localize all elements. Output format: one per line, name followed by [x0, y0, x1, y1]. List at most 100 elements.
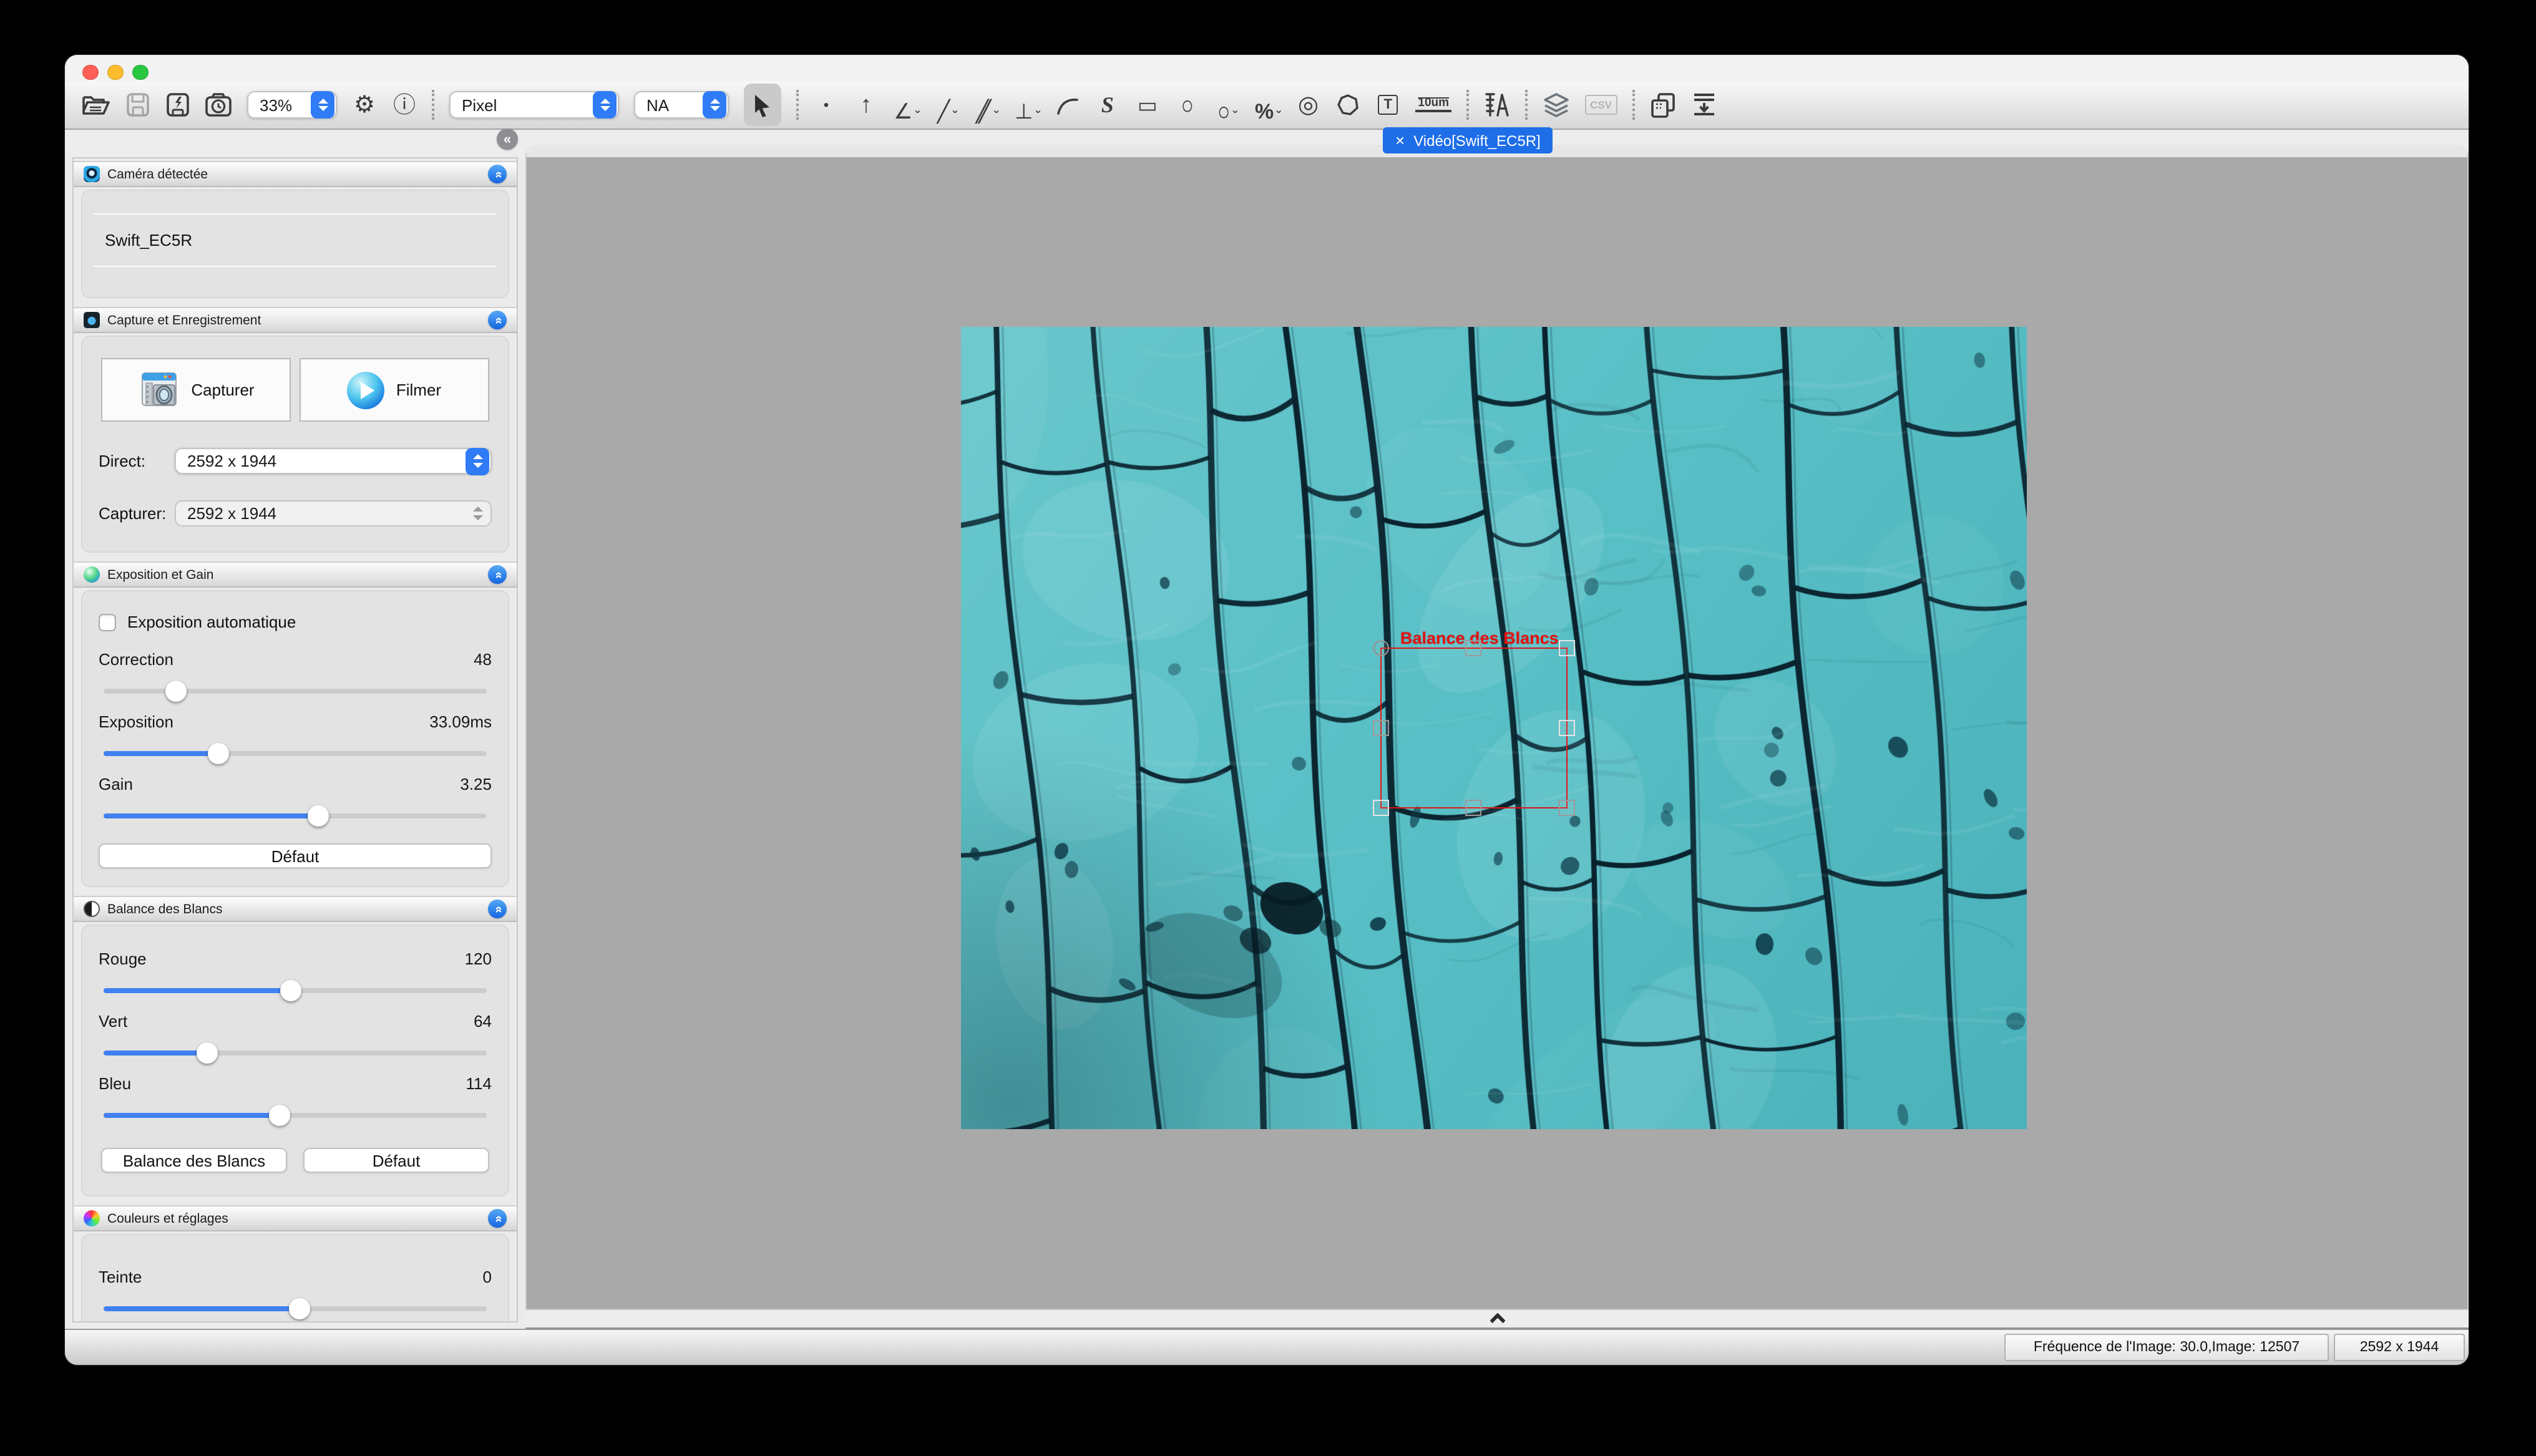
blue-slider[interactable] — [104, 1113, 487, 1118]
red-slider[interactable] — [104, 988, 487, 993]
auto-exposure-checkbox[interactable] — [99, 613, 116, 631]
exposure-default-button[interactable]: Défaut — [99, 843, 492, 868]
line-tool[interactable]: ╱ˇ — [935, 87, 960, 122]
collapse-section-button[interactable]: « — [488, 565, 507, 584]
settings-button[interactable]: ⚙ — [352, 87, 377, 122]
csv-export-tool[interactable]: CSV — [1585, 87, 1617, 122]
record-button[interactable]: Filmer — [300, 358, 489, 422]
rectangle-tool[interactable]: ▭ — [1135, 87, 1160, 122]
section-header-white-balance[interactable]: Balance des Blancs « — [74, 896, 517, 922]
capture-button[interactable]: Capturer — [101, 358, 291, 422]
polygon-tool[interactable] — [1335, 87, 1360, 122]
collapse-section-button[interactable]: « — [488, 900, 507, 918]
resize-handle[interactable] — [1465, 800, 1481, 816]
stepper-icon — [466, 500, 489, 527]
parallel-lines-tool[interactable]: ╱╱ˇ — [975, 87, 1000, 122]
resize-handle[interactable] — [1559, 640, 1575, 656]
correction-slider-thumb[interactable] — [166, 681, 187, 702]
layers-tool[interactable] — [1543, 87, 1570, 122]
hue-slider-row: Teinte0 — [99, 1268, 492, 1311]
resize-handle[interactable] — [1559, 800, 1575, 816]
timed-capture-button[interactable] — [205, 87, 232, 122]
info-button[interactable]: ⓘ — [392, 87, 417, 122]
angle-icon: ∠ — [894, 101, 913, 122]
collapse-section-button[interactable]: « — [488, 311, 507, 329]
correction-slider[interactable] — [104, 689, 487, 694]
gain-slider-thumb[interactable] — [308, 805, 329, 827]
wb-selection-rect[interactable] — [1380, 648, 1568, 808]
camera-device-item[interactable]: Swift_EC5R — [94, 213, 497, 267]
close-window-button[interactable] — [82, 64, 98, 80]
section-header-colors[interactable]: Couleurs et réglages « — [74, 1205, 517, 1231]
resize-handle[interactable] — [1373, 719, 1389, 735]
resize-handle[interactable] — [1373, 640, 1389, 656]
resize-handle[interactable] — [1373, 800, 1389, 816]
collapse-section-button[interactable]: « — [488, 1209, 507, 1228]
green-slider[interactable] — [104, 1051, 487, 1056]
pointer-tool[interactable] — [744, 84, 781, 126]
zoom-window-button[interactable] — [132, 64, 148, 80]
white-balance-button[interactable]: Balance des Blancs — [101, 1148, 287, 1173]
concentric-circles-tool[interactable]: ◎ — [1295, 87, 1320, 122]
exposure-slider-thumb[interactable] — [208, 743, 229, 764]
resolution-cell: 2592 x 1944 — [2334, 1334, 2465, 1361]
tab-video[interactable]: × Vidéo[Swift_EC5R] — [1383, 127, 1553, 153]
curve-tool[interactable]: S — [1095, 87, 1120, 122]
micrograph-view[interactable]: Balance des Blancs — [961, 327, 2027, 1129]
green-slider-row: Vert 64 — [99, 1012, 492, 1056]
viewer-canvas-area[interactable]: Balance des Blancs — [525, 145, 2469, 1310]
blue-slider-thumb[interactable] — [269, 1105, 290, 1126]
direct-resolution-select[interactable]: 2592 x 1944 — [175, 448, 492, 474]
open-button[interactable] — [81, 87, 110, 122]
calipers-tool[interactable] — [1484, 87, 1510, 122]
sidebar-collapse-button[interactable]: « — [497, 129, 518, 150]
green-label: Vert — [99, 1012, 127, 1031]
point-tool[interactable]: • — [814, 87, 839, 122]
resize-handle[interactable] — [1559, 719, 1575, 735]
info-icon: ⓘ — [393, 94, 416, 116]
arc-tool[interactable] — [1055, 87, 1080, 122]
exposure-label: Exposition — [99, 712, 173, 731]
text-tool[interactable]: T — [1375, 87, 1400, 122]
unit-select[interactable]: Pixel — [449, 91, 619, 119]
hue-slider[interactable] — [104, 1306, 487, 1311]
section-header-capture[interactable]: Capture et Enregistrement « — [74, 307, 517, 333]
green-slider-thumb[interactable] — [197, 1042, 218, 1064]
titlebar[interactable] — [65, 55, 2469, 81]
minimize-window-button[interactable] — [107, 64, 123, 80]
na-select[interactable]: NA — [634, 91, 729, 119]
tab-close-icon[interactable]: × — [1395, 131, 1405, 150]
export-tool[interactable] — [1690, 87, 1717, 122]
hue-slider-thumb[interactable] — [288, 1298, 310, 1319]
app-window: 33% ⚙ ⓘ Pixel NA • ↑ ∠ˇ ╱ˇ ╱╱ˇ ⊥ˇ S ▭ ○ … — [65, 55, 2469, 1365]
circle-tool[interactable]: ○ˇ — [1215, 87, 1240, 122]
arrow-icon: ↑ — [861, 93, 872, 117]
exposure-section-icon — [84, 566, 100, 583]
resize-handle[interactable] — [1465, 640, 1481, 656]
stepper-icon[interactable] — [703, 91, 726, 119]
scale-bar-tool[interactable]: 10um — [1415, 87, 1451, 122]
section-header-exposure[interactable]: Exposition et Gain « — [74, 561, 517, 588]
linked-circles-tool[interactable]: %ˇ — [1255, 87, 1281, 122]
stepper-icon[interactable] — [593, 91, 617, 119]
bottom-panel-toggle[interactable] — [525, 1310, 2469, 1329]
zoom-level-select[interactable]: 33% — [247, 91, 337, 119]
exposure-slider[interactable] — [104, 751, 487, 756]
ellipse-tool[interactable]: ○ — [1175, 87, 1200, 122]
angle-tool[interactable]: ∠ˇ — [894, 87, 920, 122]
wb-default-button[interactable]: Défaut — [303, 1148, 489, 1173]
save-button[interactable] — [125, 87, 150, 122]
stepper-icon[interactable] — [466, 447, 489, 475]
capture-resolution-select[interactable]: 2592 x 1944 — [175, 500, 492, 527]
red-slider-thumb[interactable] — [281, 980, 302, 1001]
chevron-up-icon — [1489, 1313, 1505, 1328]
gain-slider[interactable] — [104, 813, 487, 818]
section-header-camera[interactable]: Caméra détectée « — [74, 161, 517, 187]
perpendicular-tool[interactable]: ⊥ˇ — [1015, 87, 1040, 122]
green-value: 64 — [474, 1012, 492, 1031]
stepper-icon[interactable] — [311, 91, 334, 119]
arrow-tool[interactable]: ↑ — [854, 87, 879, 122]
collapse-section-button[interactable]: « — [488, 165, 507, 183]
duplicate-tool[interactable] — [1649, 87, 1675, 122]
save-burst-button[interactable] — [165, 87, 190, 122]
